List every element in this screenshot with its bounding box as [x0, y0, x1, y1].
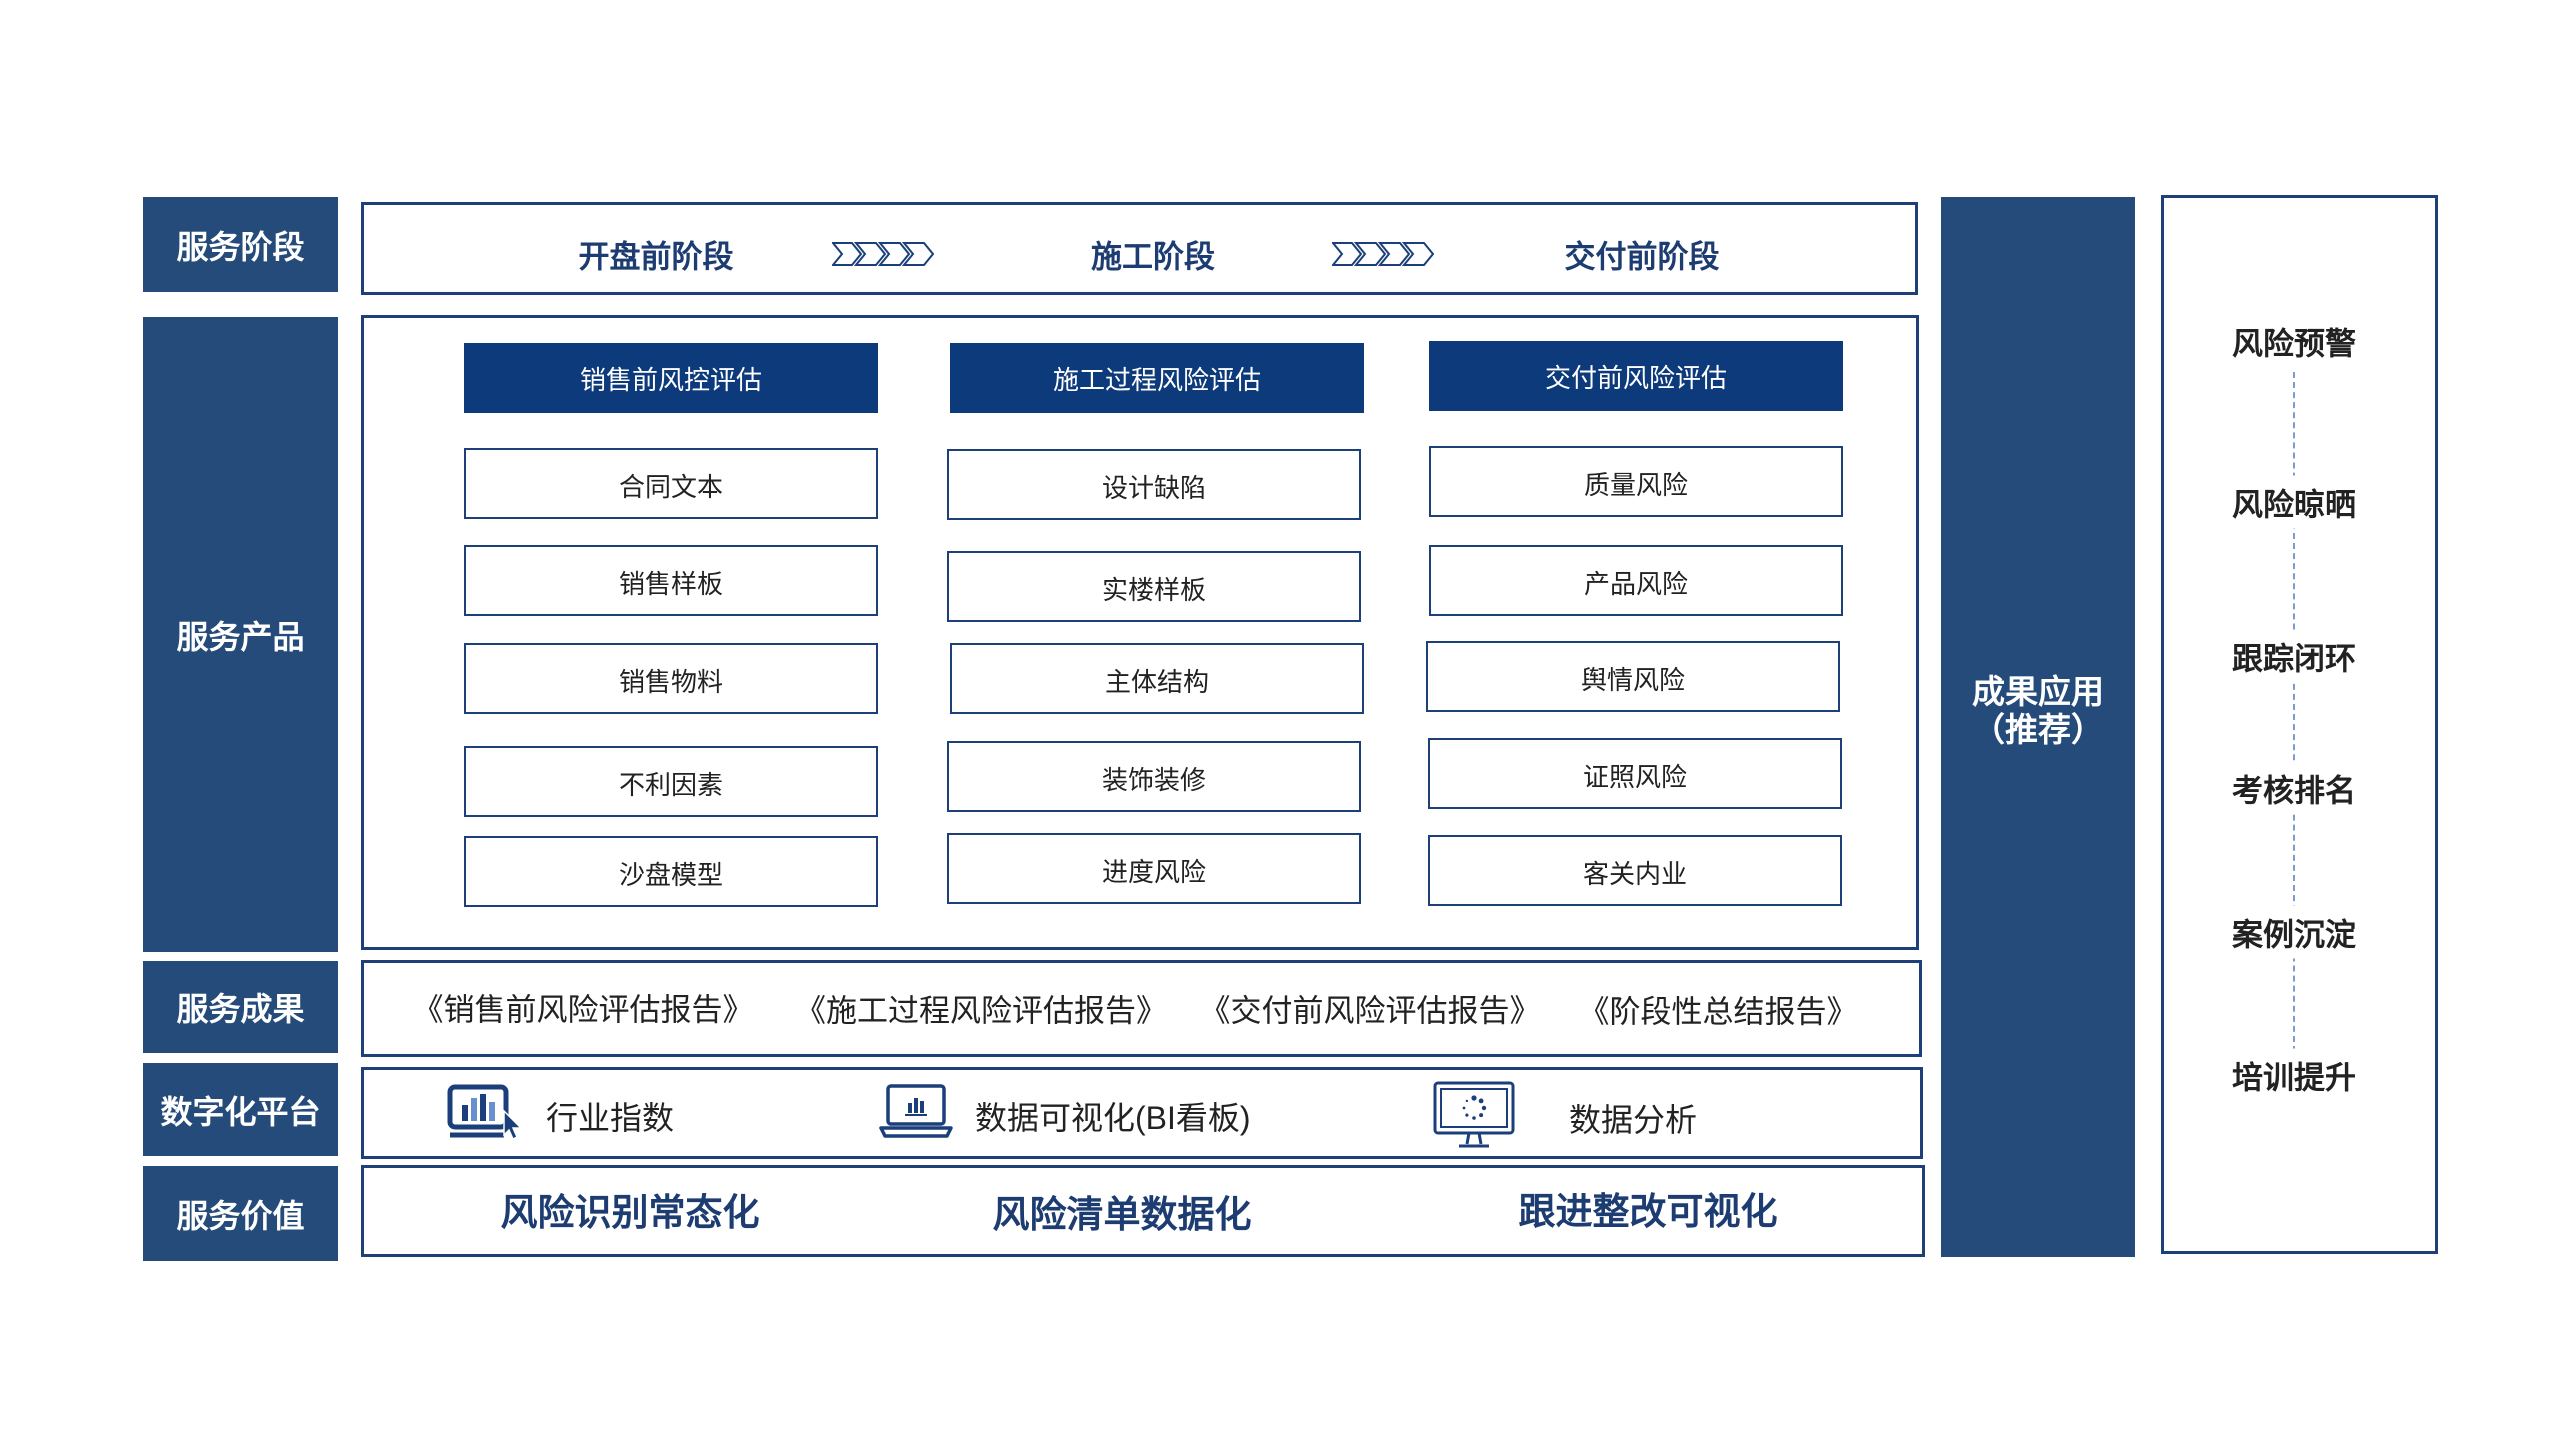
application-item: 风险晾晒: [2226, 475, 2362, 529]
row-label-stage-text: 服务阶段: [176, 228, 305, 265]
row-label-value: 服务价值: [143, 1166, 338, 1261]
product-item: 销售物料: [464, 643, 878, 714]
product-item: 客关内业: [1428, 835, 1842, 906]
product-item-text: 客关内业: [1582, 859, 1687, 889]
result-report: 《阶段性总结报告》: [1578, 994, 1858, 1030]
stage-pre-sale: 开盘前阶段: [578, 239, 734, 275]
application-item: 培训提升: [2226, 1048, 2362, 1102]
value-item: 风险清单数据化: [992, 1194, 1252, 1235]
product-item: 质量风险: [1429, 446, 1843, 517]
product-item-text: 进度风险: [1101, 857, 1206, 887]
product-header-pre-delivery: 交付前风险评估: [1429, 341, 1843, 411]
screen-chart-icon: [447, 1084, 523, 1141]
application-item: 案例沉淀: [2226, 905, 2362, 959]
row-label-product-text: 服务产品: [176, 618, 305, 655]
row-label-platform: 数字化平台: [143, 1063, 338, 1156]
application-item: 跟踪闭环: [2226, 629, 2362, 683]
product-item: 设计缺陷: [947, 449, 1361, 520]
platform-industry-index-label: 行业指数: [546, 1100, 675, 1136]
product-item-text: 主体结构: [1104, 667, 1209, 697]
product-item-text: 沙盘模型: [618, 860, 723, 890]
product-item-text: 证照风险: [1582, 762, 1687, 792]
product-item-text: 产品风险: [1583, 569, 1688, 599]
value-item: 跟进整改可视化: [1518, 1191, 1778, 1232]
product-item: 实楼样板: [947, 551, 1361, 622]
monitor-loading-icon: [1433, 1081, 1515, 1148]
product-item-text: 不利因素: [618, 770, 723, 800]
row-label-result: 服务成果: [143, 961, 338, 1053]
product-header-construction: 施工过程风险评估: [950, 343, 1364, 413]
application-block: 成果应用 （推荐）: [1941, 197, 2135, 1257]
product-item: 销售样板: [464, 545, 878, 616]
row-label-result-text: 服务成果: [176, 991, 305, 1027]
stage-construction: 施工阶段: [1091, 239, 1215, 275]
product-item-text: 销售物料: [618, 667, 723, 697]
application-item: 考核排名: [2226, 761, 2362, 815]
product-header-text: 销售前风控评估: [579, 364, 762, 395]
product-item: 合同文本: [464, 448, 878, 519]
product-item: 主体结构: [950, 643, 1364, 714]
product-item: 证照风险: [1428, 738, 1842, 809]
product-header-pre-sale: 销售前风控评估: [464, 343, 878, 413]
row-label-platform-text: 数字化平台: [160, 1093, 321, 1130]
row-label-value-text: 服务价值: [176, 1197, 305, 1234]
stage-pre-delivery: 交付前阶段: [1564, 239, 1720, 275]
product-item-text: 实楼样板: [1101, 575, 1206, 605]
laptop-chart-icon: [879, 1084, 953, 1138]
product-item: 装饰装修: [947, 741, 1361, 812]
chevrons-right-icon: [1332, 242, 1434, 266]
value-item: 风险识别常态化: [500, 1192, 760, 1233]
product-item-text: 销售样板: [618, 569, 723, 599]
product-item: 舆情风险: [1426, 641, 1840, 712]
product-item-text: 舆情风险: [1580, 665, 1685, 695]
product-item-text: 合同文本: [618, 472, 723, 502]
row-label-stage: 服务阶段: [143, 197, 338, 292]
product-item-text: 设计缺陷: [1101, 473, 1206, 503]
platform-data-analysis-label: 数据分析: [1569, 1102, 1698, 1138]
result-report: 《交付前风险评估报告》: [1199, 993, 1541, 1029]
product-item: 进度风险: [947, 833, 1361, 904]
product-item-text: 质量风险: [1583, 470, 1688, 500]
product-item: 产品风险: [1429, 545, 1843, 616]
product-header-text: 交付前风险评估: [1544, 362, 1727, 393]
product-header-text: 施工过程风险评估: [1052, 364, 1261, 395]
application-item: 风险预警: [2226, 314, 2362, 368]
product-item: 沙盘模型: [464, 836, 878, 907]
product-item-text: 装饰装修: [1101, 765, 1206, 795]
result-report: 《销售前风险评估报告》: [412, 992, 754, 1028]
row-label-product: 服务产品: [143, 317, 338, 952]
application-subtitle: （推荐）: [1972, 711, 2104, 748]
product-item: 不利因素: [464, 746, 878, 817]
service-framework-diagram: 服务阶段 服务产品 服务成果 数字化平台 服务价值 开盘前阶段 施工阶段 交付前…: [0, 0, 2560, 1440]
chevrons-right-icon: [832, 242, 934, 266]
platform-bi-dashboard-label: 数据可视化(BI看板): [975, 1100, 1251, 1136]
result-report: 《施工过程风险评估报告》: [795, 993, 1167, 1029]
